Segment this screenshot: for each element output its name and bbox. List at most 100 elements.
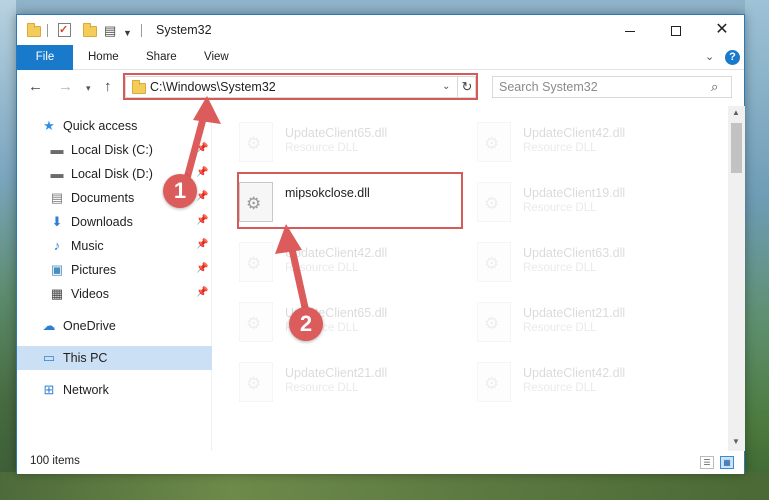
sidebar-item-music[interactable]: ♪ Music 📌 xyxy=(17,234,212,258)
sidebar-item-label: Network xyxy=(63,383,109,397)
sidebar-item-label: Local Disk (D:) xyxy=(71,167,153,181)
pin-icon: 📌 xyxy=(196,215,209,226)
details-view-icon[interactable]: ☰ xyxy=(700,456,714,469)
dll-file-icon xyxy=(477,182,511,222)
tiles-view-icon[interactable]: ▦ xyxy=(720,456,734,469)
file-highlight-box xyxy=(237,172,463,229)
pictures-icon: ▣ xyxy=(50,262,64,277)
file-name: UpdateClient19.dll xyxy=(523,186,626,200)
scrollbar-thumb[interactable] xyxy=(731,123,742,173)
search-box[interactable]: Search System32 ⌕ xyxy=(492,76,732,98)
back-arrow-icon[interactable]: ← xyxy=(28,78,43,95)
maximize-button[interactable] xyxy=(653,15,699,45)
search-placeholder: Search System32 xyxy=(499,80,598,94)
file-item[interactable]: UpdateClient21.dll Resource DLL xyxy=(213,354,437,412)
sidebar-item-local-disk-c[interactable]: ▬ Local Disk (C:) 📌 xyxy=(17,138,212,162)
scroll-up-arrow-icon[interactable]: ▲ xyxy=(732,108,740,117)
recent-locations-chevron-icon[interactable]: ▾ xyxy=(86,83,91,94)
star-icon: ★ xyxy=(43,118,55,133)
dll-file-icon xyxy=(477,122,511,162)
music-icon: ♪ xyxy=(53,238,61,253)
sidebar-item-label: Documents xyxy=(71,191,135,205)
tab-share[interactable]: Share xyxy=(146,45,177,70)
forward-arrow-icon[interactable]: → xyxy=(58,78,73,95)
expand-ribbon-chevron-icon[interactable]: ⌄ xyxy=(705,50,714,63)
drive-icon: ▬ xyxy=(50,142,64,157)
search-icon[interactable]: ⌕ xyxy=(711,79,718,95)
dll-file-icon xyxy=(239,122,273,162)
scroll-down-arrow-icon[interactable]: ▼ xyxy=(732,437,740,446)
help-icon[interactable]: ? xyxy=(725,50,740,65)
navigation-pane: ★ Quick access ▬ Local Disk (C:) 📌 ▬ Loc… xyxy=(17,106,212,451)
sidebar-item-videos[interactable]: ▦ Videos 📌 xyxy=(17,282,212,306)
new-folder-icon[interactable] xyxy=(83,22,97,39)
file-item[interactable]: UpdateClient19.dll Resource DLL xyxy=(451,174,675,232)
file-type: Resource DLL xyxy=(523,322,597,334)
file-item[interactable]: UpdateClient42.dll Resource DLL xyxy=(451,114,675,172)
file-name: UpdateClient42.dll xyxy=(523,126,626,140)
step-1-callout: 1 xyxy=(163,174,197,208)
sidebar-item-label: Quick access xyxy=(63,119,138,133)
file-name: UpdateClient21.dll xyxy=(285,366,388,380)
drive-icon: ▬ xyxy=(50,166,64,181)
file-item[interactable]: UpdateClient42.dll Resource DLL xyxy=(451,354,675,412)
file-type: Resource DLL xyxy=(523,382,597,394)
desktop-background-bottom xyxy=(0,472,769,500)
dll-file-icon xyxy=(239,302,273,342)
sidebar-item-downloads[interactable]: ⬇ Downloads 📌 xyxy=(17,210,212,234)
file-list: UpdateClient65.dll Resource DLL UpdateCl… xyxy=(213,106,728,451)
tab-view[interactable]: View xyxy=(204,45,229,70)
pin-icon: 📌 xyxy=(196,287,209,298)
sidebar-item-onedrive[interactable]: ☁ OneDrive xyxy=(17,314,212,338)
customize-quick-access-icon[interactable]: ▼ xyxy=(123,25,132,41)
sidebar-item-label: This PC xyxy=(63,351,108,365)
close-button[interactable]: ✕ xyxy=(699,15,745,45)
properties-icon[interactable]: ▤ xyxy=(104,23,116,39)
file-item[interactable]: UpdateClient63.dll Resource DLL xyxy=(451,234,675,292)
minimize-button[interactable] xyxy=(607,15,653,45)
sidebar-item-pictures[interactable]: ▣ Pictures 📌 xyxy=(17,258,212,282)
computer-icon: ▭ xyxy=(42,350,56,365)
tab-file[interactable]: File xyxy=(17,45,73,70)
vertical-scrollbar[interactable]: ▲ ▼ xyxy=(728,106,745,451)
pin-icon: 📌 xyxy=(196,191,209,202)
dll-file-icon xyxy=(239,362,273,402)
file-item[interactable]: UpdateClient21.dll Resource DLL xyxy=(451,294,675,352)
close-icon: ✕ xyxy=(715,21,729,38)
file-explorer-window: ✓ ▤ ▼ System32 ✕ File Home Share View ⌄ … xyxy=(16,14,745,474)
downloads-icon: ⬇ xyxy=(51,214,63,229)
file-item[interactable]: UpdateClient65.dll Resource DLL xyxy=(213,114,437,172)
file-name: UpdateClient21.dll xyxy=(523,306,626,320)
file-name: UpdateClient65.dll xyxy=(285,126,388,140)
sidebar-item-network[interactable]: ⊞ Network xyxy=(17,378,212,402)
step-2-callout: 2 xyxy=(289,307,323,341)
documents-icon: ▤ xyxy=(50,190,64,205)
separator xyxy=(47,24,48,37)
dll-file-icon xyxy=(239,242,273,282)
tab-home[interactable]: Home xyxy=(88,45,119,70)
desktop-background-right xyxy=(745,0,769,500)
separator xyxy=(141,24,142,37)
sidebar-item-this-pc[interactable]: ▭ This PC xyxy=(17,346,212,370)
sidebar-item-label: Pictures xyxy=(71,263,117,277)
folder-icon xyxy=(27,22,41,39)
file-name: UpdateClient63.dll xyxy=(523,246,626,260)
navigation-bar: ← → ▾ ↑ C:\Windows\System32 ⌄ ↻ Search S… xyxy=(17,71,744,103)
file-type: Resource DLL xyxy=(285,382,359,394)
dll-file-icon xyxy=(477,242,511,282)
properties-check-icon[interactable]: ✓ xyxy=(58,23,71,37)
videos-icon: ▦ xyxy=(50,286,64,301)
file-item[interactable]: UpdateClient42.dll Resource DLL xyxy=(213,234,437,292)
file-name: UpdateClient42.dll xyxy=(523,366,626,380)
pin-icon: 📌 xyxy=(196,143,209,154)
status-bar: 100 items ☰ ▦ xyxy=(17,451,744,474)
sidebar-item-label: Music xyxy=(71,239,104,253)
file-item[interactable]: UpdateClient65.dll Resource DLL xyxy=(213,294,437,352)
file-type: Resource DLL xyxy=(523,202,597,214)
sidebar-item-quick-access[interactable]: ★ Quick access xyxy=(17,114,212,138)
sidebar-item-label: OneDrive xyxy=(63,319,116,333)
pin-icon: 📌 xyxy=(196,239,209,250)
file-type: Resource DLL xyxy=(285,142,359,154)
up-arrow-icon[interactable]: ↑ xyxy=(104,78,112,95)
window-title: System32 xyxy=(156,23,212,37)
